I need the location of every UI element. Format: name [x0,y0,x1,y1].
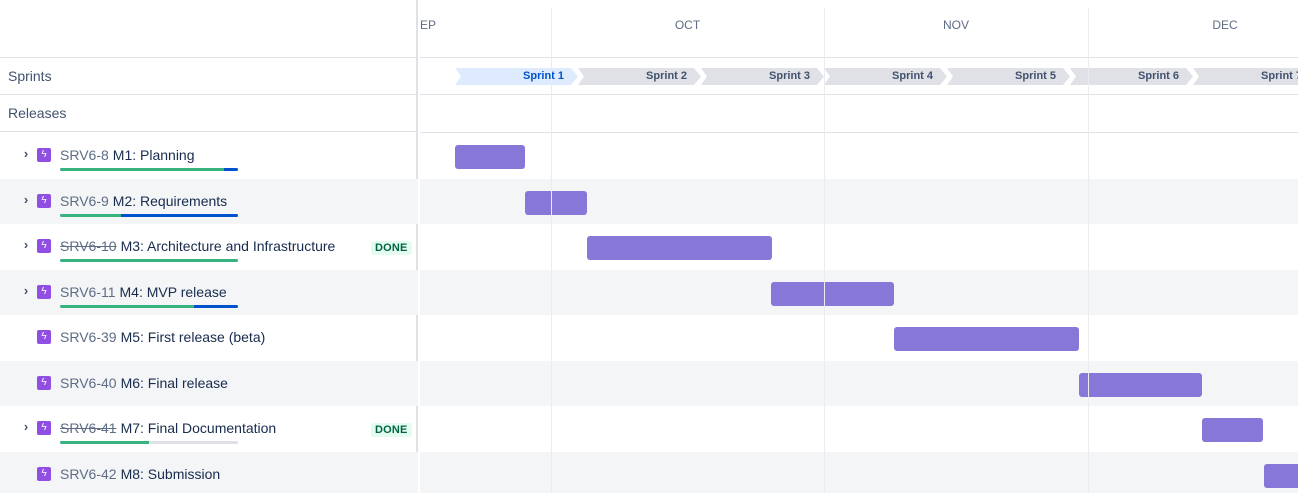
sprint-chip[interactable]: Sprint 5 [947,68,1070,85]
progress-bar [60,441,238,444]
left-panel: Sprints Releases › ϟ SRV6-8 M1: Planning › ϟ… [0,0,418,493]
progress-done-segment [60,168,224,171]
month-label: NOV [942,18,969,32]
month-label: DEC [1212,18,1238,32]
epic-summary[interactable]: M2: Requirements [113,193,227,209]
epic-key-wrap: SRV6-40 M6: Final release [60,375,228,391]
epic-row[interactable]: ϟ SRV6-42 M8: Submission [0,451,418,493]
epic-lightning-icon: ϟ [37,239,51,253]
progress-done-segment [60,441,149,444]
epic-timeline-bar[interactable] [1264,463,1298,488]
epic-lightning-icon: ϟ [37,466,51,481]
epic-key[interactable]: SRV6-41 [60,420,117,436]
chevron-right-icon[interactable]: › [18,419,34,435]
timeline-panel: EP OCT NOV DEC Sprint 1 Sprint 2 Sprint 3S… [420,0,1298,493]
epic-timeline-bar[interactable] [455,145,525,169]
sprint-chip[interactable]: Sprint 4 [824,68,947,85]
chevron-right-icon[interactable]: › [18,283,34,299]
month-label: OCT [674,18,701,32]
epic-lightning-icon: ϟ [37,375,51,390]
epic-row[interactable]: › ϟ SRV6-11 M4: MVP release [0,269,418,315]
epic-key[interactable]: SRV6-8 [60,147,109,163]
sprint-chip[interactable]: Sprint 2 [578,68,701,85]
month-divider [824,8,825,493]
epic-key-wrap: SRV6-39 M5: First release (beta) [60,329,265,345]
epic-key-wrap: SRV6-10 M3: Architecture and Infrastructu… [60,238,335,254]
progress-bar [60,213,238,217]
epic-summary[interactable]: M8: Submission [121,466,221,482]
chevron-right-icon[interactable]: › [18,237,34,253]
progress-inprogress-segment [223,168,238,171]
sprint-chip[interactable]: Sprint 3 [701,68,824,85]
epic-timeline-bar[interactable] [525,190,587,215]
epic-key-wrap: SRV6-11 M4: MVP release [60,284,227,300]
epic-key[interactable]: SRV6-9 [60,193,109,209]
epic-lightning-icon: ϟ [37,284,51,299]
progress-done-segment [60,213,121,217]
releases-row-label: Releases [0,95,416,132]
epic-summary[interactable]: M3: Architecture and Infrastructure [121,238,336,254]
epic-lightning-icon: ϟ [37,148,51,162]
epic-timeline-bar[interactable] [771,281,894,306]
epic-key[interactable]: SRV6-42 [60,466,117,482]
epic-row[interactable]: › ϟ SRV6-41 M7: Final Documentation DONE [0,406,418,451]
month-divider [551,8,552,493]
progress-done-segment [60,259,238,262]
chevron-right-icon[interactable]: › [18,146,34,162]
progress-bar [60,259,238,262]
epic-row[interactable]: › ϟ SRV6-10 M3: Architecture and Infrastruc… [0,224,418,269]
epic-row[interactable]: ϟ SRV6-40 M6: Final release [0,360,418,406]
progress-inprogress-segment [120,213,238,217]
epic-key[interactable]: SRV6-39 [60,329,117,345]
status-badge: DONE [371,241,412,255]
epic-key[interactable]: SRV6-40 [60,375,117,391]
epic-row[interactable]: › ϟ SRV6-8 M1: Planning [0,133,418,178]
epic-lightning-icon: ϟ [37,193,51,208]
sprint-chip[interactable]: Sprint 7 [1193,68,1298,85]
progress-inprogress-segment [193,304,238,308]
epic-key[interactable]: SRV6-10 [60,238,117,254]
epic-summary[interactable]: M1: Planning [113,147,195,163]
epic-summary[interactable]: M4: MVP release [120,284,227,300]
sprint-chip[interactable]: Sprint 1 [455,68,578,85]
epic-key-wrap: SRV6-9 M2: Requirements [60,193,227,209]
epic-row[interactable]: ϟ SRV6-39 M5: First release (beta) [0,315,418,360]
progress-bar [60,168,238,171]
epic-timeline-bar[interactable] [587,236,772,260]
epic-summary[interactable]: M6: Final release [121,375,228,391]
epic-timeline-bar[interactable] [1202,418,1263,442]
epic-timeline-bar[interactable] [1079,372,1202,397]
epic-key-wrap: SRV6-8 M1: Planning [60,147,195,163]
chevron-right-icon[interactable]: › [18,192,34,208]
progress-bar [60,304,238,308]
epic-key-wrap: SRV6-41 M7: Final Documentation [60,420,276,436]
left-header [0,0,416,58]
epic-summary[interactable]: M7: Final Documentation [121,420,277,436]
epic-lightning-icon: ϟ [37,421,51,435]
month-divider [1088,8,1089,493]
sprints-row-label: Sprints [0,58,416,95]
epic-row[interactable]: › ϟ SRV6-9 M2: Requirements [0,178,418,224]
epic-timeline-bar[interactable] [894,327,1079,351]
status-badge: DONE [371,423,412,437]
month-label: EP [420,18,437,32]
epic-summary[interactable]: M5: First release (beta) [121,329,266,345]
progress-done-segment [60,304,194,308]
epic-lightning-icon: ϟ [37,330,51,344]
epic-key[interactable]: SRV6-11 [60,284,116,300]
epic-key-wrap: SRV6-42 M8: Submission [60,466,220,482]
